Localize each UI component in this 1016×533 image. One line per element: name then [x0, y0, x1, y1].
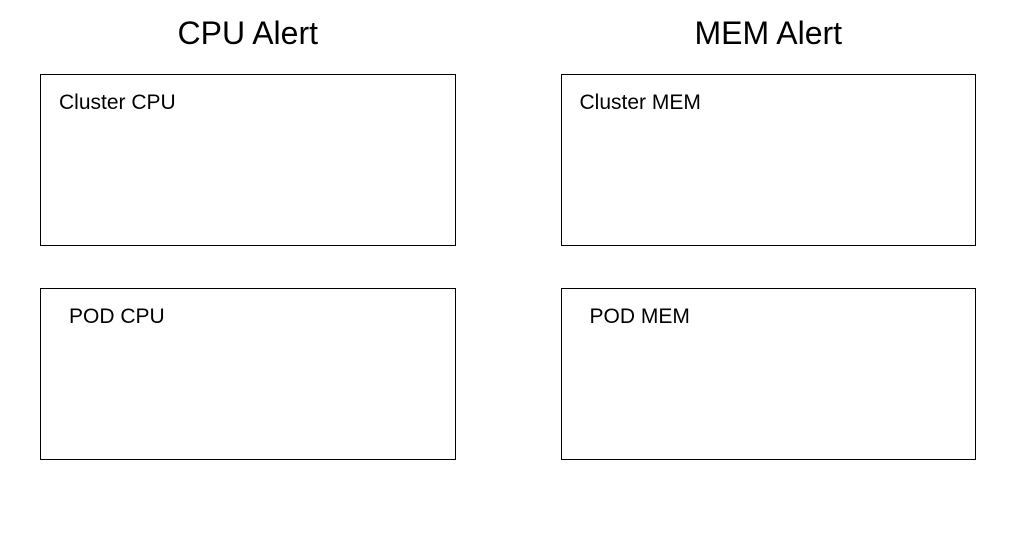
pod-mem-box: POD MEM [561, 288, 977, 460]
cluster-cpu-label: Cluster CPU [59, 91, 437, 115]
mem-alert-title: MEM Alert [561, 15, 977, 52]
cluster-cpu-box: Cluster CPU [40, 74, 456, 246]
cpu-alert-title: CPU Alert [40, 15, 456, 52]
mem-alert-column: MEM Alert Cluster MEM POD MEM [561, 15, 977, 460]
pod-cpu-box: POD CPU [40, 288, 456, 460]
cpu-alert-column: CPU Alert Cluster CPU POD CPU [40, 15, 456, 460]
pod-mem-label: POD MEM [580, 305, 958, 329]
pod-cpu-label: POD CPU [59, 305, 437, 329]
alert-diagram: CPU Alert Cluster CPU POD CPU MEM Alert … [40, 15, 976, 460]
cluster-mem-box: Cluster MEM [561, 74, 977, 246]
cluster-mem-label: Cluster MEM [580, 91, 958, 115]
